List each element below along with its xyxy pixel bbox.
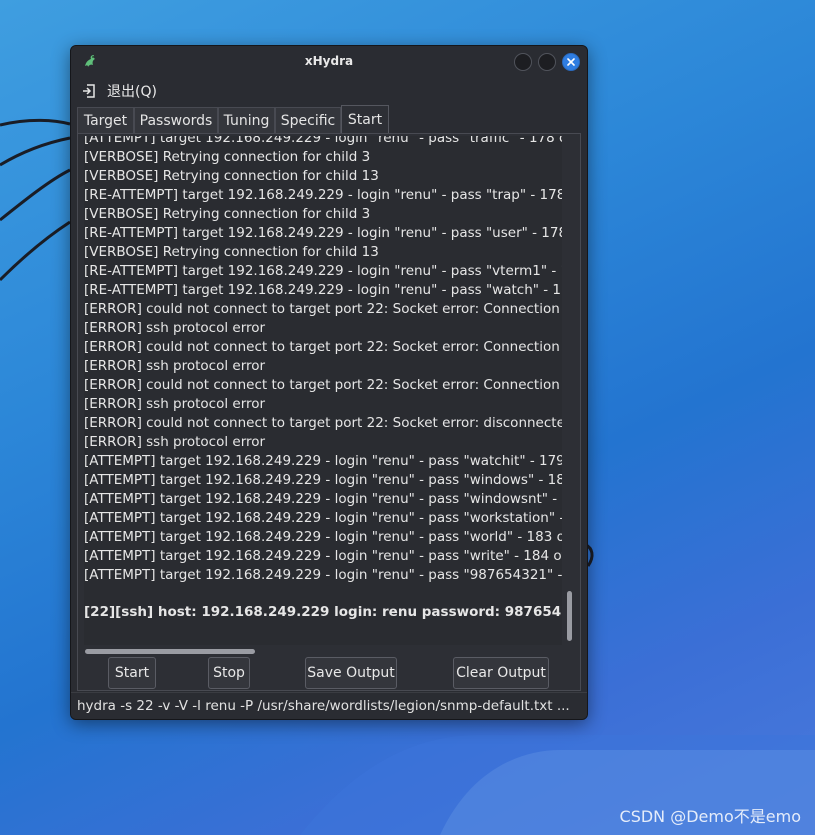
window-title: xHydra: [304, 54, 354, 68]
tab-tuning[interactable]: Tuning: [218, 107, 275, 133]
output-line: [ERROR] ssh protocol error: [84, 358, 266, 374]
minimize-button[interactable]: [514, 53, 532, 71]
output-line: [ERROR] ssh protocol error: [84, 320, 266, 336]
watermark: CSDN @Demo不是emo: [619, 807, 801, 826]
command-line-text: hydra -s 22 -v -V -l renu -P /usr/share/…: [77, 698, 570, 714]
status-bar: hydra -s 22 -v -V -l renu -P /usr/share/…: [71, 692, 587, 719]
output-line: [ERROR] could not connect to target port…: [84, 301, 562, 317]
output-line: [ATTEMPT] target 192.168.249.229 - login…: [84, 453, 562, 469]
tab-passwords[interactable]: Passwords: [134, 107, 218, 133]
output-line: [ERROR] ssh protocol error: [84, 434, 266, 450]
close-icon: [567, 58, 575, 66]
save-output-button[interactable]: Save Output: [305, 657, 397, 689]
output-line: [ERROR] ssh protocol error: [84, 396, 266, 412]
output-textview[interactable]: [ATTEMPT] target 192.168.249.229 - login…: [84, 136, 562, 645]
output-line: [ATTEMPT] target 192.168.249.229 - login…: [84, 548, 562, 564]
vertical-scrollbar-thumb[interactable]: [567, 591, 572, 641]
output-blank-line: [84, 585, 562, 603]
output-line: [RE-ATTEMPT] target 192.168.249.229 - lo…: [84, 187, 562, 203]
output-line: [ATTEMPT] target 192.168.249.229 - login…: [84, 510, 562, 526]
exit-icon: [83, 84, 95, 98]
output-line: [ATTEMPT] target 192.168.249.229 - login…: [84, 529, 562, 545]
output-line: [VERBOSE] Retrying connection for child …: [84, 168, 379, 184]
output-line: [RE-ATTEMPT] target 192.168.249.229 - lo…: [84, 263, 562, 279]
output-line: [RE-ATTEMPT] target 192.168.249.229 - lo…: [84, 282, 562, 298]
output-line: [ERROR] could not connect to target port…: [84, 339, 562, 355]
quit-menu-item[interactable]: 退出(Q): [81, 80, 157, 102]
output-line: [VERBOSE] Retrying connection for child …: [84, 149, 371, 165]
title-bar[interactable]: xHydra: [71, 46, 587, 76]
tab-specific[interactable]: Specific: [275, 107, 341, 133]
menu-bar: 退出(Q): [71, 76, 587, 104]
output-line: [ERROR] could not connect to target port…: [84, 377, 562, 393]
quit-label: 退出(Q): [107, 84, 157, 100]
output-line: [ATTEMPT] target 192.168.249.229 - login…: [84, 136, 562, 146]
close-button[interactable]: [562, 53, 580, 71]
xhydra-window: xHydra 退出(Q) Target Passwords Tuning Spe…: [70, 45, 588, 720]
output-line: [ATTEMPT] target 192.168.249.229 - login…: [84, 567, 562, 583]
output-line: [ATTEMPT] target 192.168.249.229 - login…: [84, 472, 562, 488]
stop-button[interactable]: Stop: [208, 657, 250, 689]
tab-target[interactable]: Target: [77, 107, 134, 133]
start-button[interactable]: Start: [108, 657, 156, 689]
output-result-line: [22][ssh] host: 192.168.249.229 login: r…: [84, 604, 562, 620]
output-line: [VERBOSE] Retrying connection for child …: [84, 244, 379, 260]
maximize-button[interactable]: [538, 53, 556, 71]
start-tab-panel: [ATTEMPT] target 192.168.249.229 - login…: [77, 133, 581, 691]
output-line: [ERROR] could not connect to target port…: [84, 415, 562, 431]
output-line: [RE-ATTEMPT] target 192.168.249.229 - lo…: [84, 225, 562, 241]
vertical-scrollbar[interactable]: [564, 136, 574, 645]
horizontal-scrollbar-thumb[interactable]: [85, 649, 255, 654]
tab-start[interactable]: Start: [341, 105, 389, 134]
clear-output-button[interactable]: Clear Output: [453, 657, 549, 689]
horizontal-scrollbar[interactable]: [84, 646, 562, 656]
output-line: [VERBOSE] Retrying connection for child …: [84, 206, 371, 222]
output-line: [ATTEMPT] target 192.168.249.229 - login…: [84, 491, 562, 507]
